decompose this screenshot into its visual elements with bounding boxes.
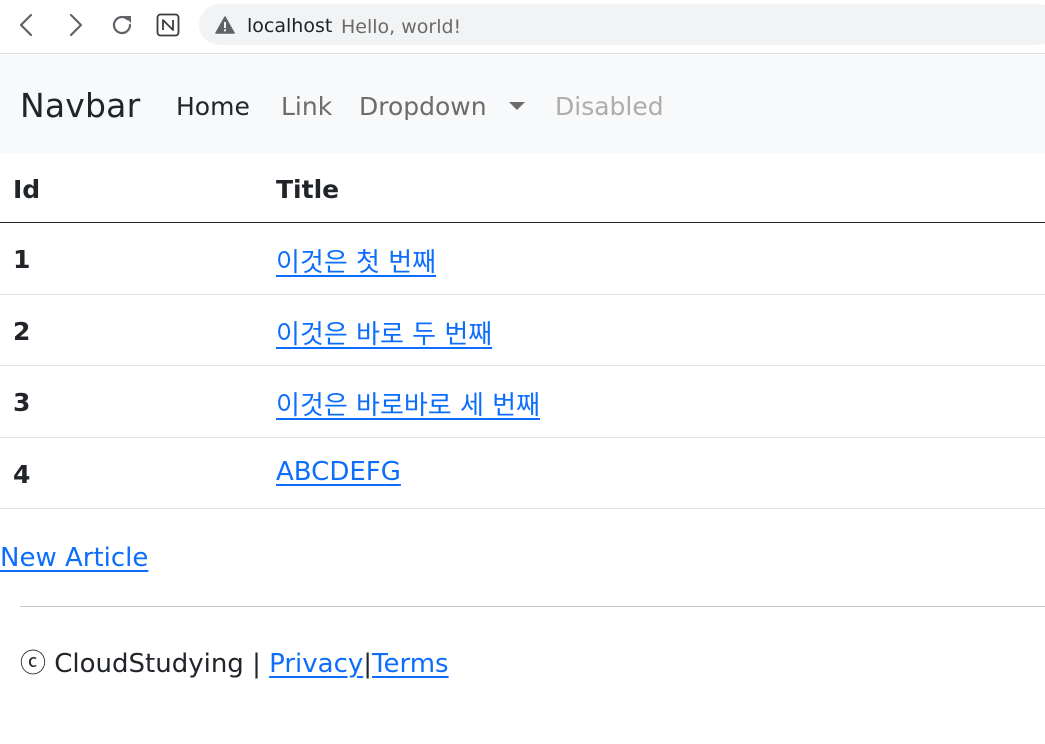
- footer-copyright: ⓒ CloudStudying |: [20, 649, 270, 679]
- terms-link[interactable]: Terms: [372, 649, 449, 679]
- row-id: 1: [13, 245, 31, 274]
- nav-dropdown-toggle[interactable]: Dropdown: [359, 92, 487, 121]
- footer: ⓒ CloudStudying | Privacy|Terms: [20, 643, 449, 679]
- row-id: 2: [13, 316, 31, 346]
- table-row: 1 이것은 첫 번째: [0, 223, 1045, 295]
- footer-divider: [20, 606, 1045, 607]
- table-row: 4 ABCDEFG: [0, 438, 1045, 509]
- nav-link-link[interactable]: Link: [281, 92, 332, 121]
- table-row: 3 이것은 바로바로 세 번째: [0, 366, 1045, 438]
- footer-separator: |: [363, 649, 373, 679]
- browser-toolbar: localhost Hello, world!: [0, 0, 1045, 54]
- forward-icon[interactable]: [58, 8, 92, 42]
- row-title-link[interactable]: 이것은 바로바로 세 번째: [276, 385, 540, 422]
- dropdown-caret-icon[interactable]: [509, 102, 525, 110]
- back-icon[interactable]: [10, 8, 44, 42]
- new-article-link[interactable]: New Article: [0, 543, 148, 573]
- nav-home-link[interactable]: Home: [176, 92, 250, 121]
- row-title-link[interactable]: 이것은 바로 두 번째: [276, 314, 492, 351]
- header-title: Title: [276, 175, 340, 204]
- table-header: Id Title: [0, 153, 1045, 223]
- row-title-link[interactable]: 이것은 첫 번째: [276, 242, 436, 279]
- navbar-brand[interactable]: Navbar: [20, 86, 140, 125]
- row-id: 3: [13, 388, 31, 417]
- reload-icon[interactable]: [105, 8, 139, 42]
- articles-table: Id Title 1 이것은 첫 번째 2 이것은 바로 두 번째 3 이것은 …: [0, 153, 1045, 509]
- page-title: Hello, world!: [341, 16, 462, 38]
- table-row: 2 이것은 바로 두 번째: [0, 295, 1045, 366]
- notion-icon[interactable]: [151, 8, 185, 42]
- header-id: Id: [13, 175, 41, 204]
- row-id: 4: [13, 459, 31, 489]
- nav-disabled-link: Disabled: [555, 92, 664, 121]
- address-host: localhost: [247, 15, 333, 37]
- navbar: Navbar Home Link Dropdown Disabled: [0, 55, 1045, 153]
- address-bar[interactable]: localhost Hello, world!: [199, 4, 1045, 45]
- privacy-link[interactable]: Privacy: [269, 649, 363, 679]
- warning-icon[interactable]: [215, 16, 235, 39]
- row-title-link[interactable]: ABCDEFG: [276, 457, 401, 487]
